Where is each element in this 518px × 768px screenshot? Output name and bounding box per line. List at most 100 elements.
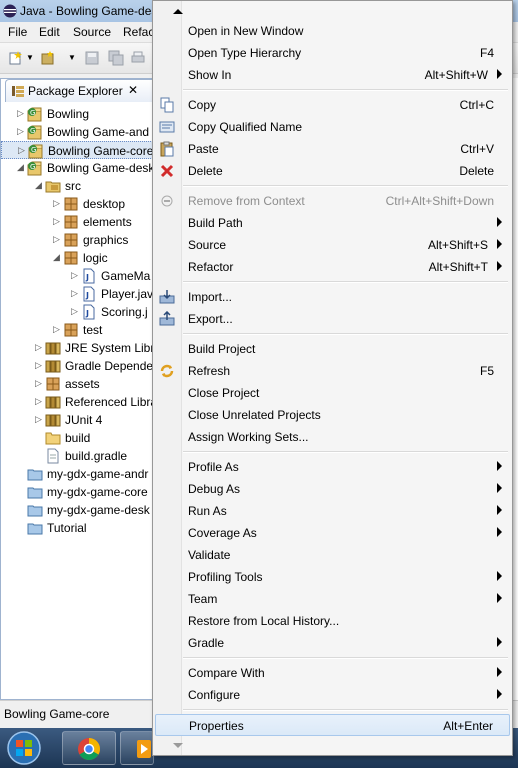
menu-item-paste[interactable]: Paste Ctrl+V: [155, 138, 510, 160]
menu-item-delete[interactable]: Delete Delete: [155, 160, 510, 182]
tree-item[interactable]: ◢ src: [1, 177, 159, 195]
tree-expand-icon[interactable]: [35, 432, 43, 442]
tree-item[interactable]: build.gradle: [1, 447, 159, 465]
menu-item-show-in[interactable]: Show In Alt+Shift+W: [155, 64, 510, 86]
tree-expand-icon[interactable]: ◢: [35, 180, 43, 190]
tree-item[interactable]: ▷ J Player.jav: [1, 285, 159, 303]
tree-item[interactable]: ▷ JUnit 4: [1, 411, 159, 429]
menu-item-restore-from-local-history[interactable]: Restore from Local History...: [155, 610, 510, 632]
save-icon[interactable]: [84, 50, 100, 66]
tree-expand-icon[interactable]: ▷: [35, 360, 43, 370]
tree-item[interactable]: ▷ Referenced Libra: [1, 393, 159, 411]
menu-item-validate[interactable]: Validate: [155, 544, 510, 566]
tree-expand-icon[interactable]: ▷: [53, 198, 61, 208]
menu-item-team[interactable]: Team: [155, 588, 510, 610]
tree-item[interactable]: ◢ G Bowling Game-desk: [1, 159, 159, 177]
menu-item-close-project[interactable]: Close Project: [155, 382, 510, 404]
tree-item[interactable]: my-gdx-game-andr: [1, 465, 159, 483]
menu-item-run-as[interactable]: Run As: [155, 500, 510, 522]
menu-item-import[interactable]: Import...: [155, 286, 510, 308]
tree-expand-icon[interactable]: [17, 468, 25, 478]
tree-item[interactable]: ▷ G Bowling: [1, 105, 159, 123]
menu-item-label: Refresh: [188, 364, 231, 378]
library-icon: [45, 394, 61, 410]
menu-item-profiling-tools[interactable]: Profiling Tools: [155, 566, 510, 588]
menu-item-open-in-new-window[interactable]: Open in New Window: [155, 20, 510, 42]
new-package-icon[interactable]: [40, 50, 56, 66]
tree-expand-icon[interactable]: ▷: [35, 378, 43, 388]
tree-expand-icon[interactable]: ▷: [35, 342, 43, 352]
menu-item-coverage-as[interactable]: Coverage As: [155, 522, 510, 544]
tree-item-label: my-gdx-game-desk: [47, 503, 150, 517]
menu-item-shortcut: F4: [479, 46, 494, 60]
menu-item-gradle[interactable]: Gradle: [155, 632, 510, 654]
tree-item[interactable]: ▷ assets: [1, 375, 159, 393]
menu-item-copy-qualified-name[interactable]: Copy Qualified Name: [155, 116, 510, 138]
tree-item[interactable]: Tutorial: [1, 519, 159, 537]
menu-item-build-path[interactable]: Build Path: [155, 212, 510, 234]
tree-expand-icon[interactable]: [17, 486, 25, 496]
menu-item-refactor[interactable]: Refactor Alt+Shift+T: [155, 256, 510, 278]
menu-file[interactable]: File: [8, 25, 27, 39]
tree-expand-icon[interactable]: ▷: [17, 126, 25, 136]
menu-item-label: Assign Working Sets...: [188, 430, 309, 444]
menu-refactor[interactable]: Refac: [123, 25, 154, 39]
print-icon[interactable]: [130, 50, 146, 66]
tree-expand-icon[interactable]: ▷: [71, 288, 79, 298]
tree-expand-icon[interactable]: ◢: [53, 252, 61, 262]
tree-expand-icon[interactable]: ▷: [71, 306, 79, 316]
menu-item-assign-working-sets[interactable]: Assign Working Sets...: [155, 426, 510, 448]
tree-item[interactable]: my-gdx-game-desk: [1, 501, 159, 519]
tree-item[interactable]: ◢ logic: [1, 249, 159, 267]
menu-item-copy[interactable]: Copy Ctrl+C: [155, 94, 510, 116]
close-icon[interactable]: ✕: [128, 83, 138, 97]
tree-item[interactable]: build: [1, 429, 159, 447]
tree-expand-icon[interactable]: ▷: [53, 216, 61, 226]
tree-item[interactable]: ▷ graphics: [1, 231, 159, 249]
tree-item[interactable]: ▷ J Scoring.j: [1, 303, 159, 321]
tree-item[interactable]: ▷ JRE System Libra: [1, 339, 161, 357]
tree-item[interactable]: ▷ G Bowling Game-and: [1, 123, 159, 141]
tree-expand-icon[interactable]: [17, 504, 25, 514]
tree-expand-icon[interactable]: ◢: [17, 162, 25, 172]
save-all-icon[interactable]: [108, 50, 124, 66]
taskbar-media-button[interactable]: [120, 731, 154, 765]
start-button-icon[interactable]: [4, 730, 44, 766]
new-package-dropdown-arrow-icon[interactable]: ▼: [68, 53, 76, 62]
tree-item[interactable]: ▷ elements: [1, 213, 159, 231]
tree-expand-icon[interactable]: ▷: [35, 414, 43, 424]
menu-item-configure[interactable]: Configure: [155, 684, 510, 706]
package-explorer-tab[interactable]: Package Explorer ✕: [5, 79, 157, 102]
menu-item-compare-with[interactable]: Compare With: [155, 662, 510, 684]
new-dropdown-arrow-icon[interactable]: ▼: [26, 53, 34, 62]
tree-item[interactable]: ▷ Gradle Depende: [1, 357, 159, 375]
menu-item-properties[interactable]: Properties Alt+Enter: [155, 714, 510, 736]
new-icon[interactable]: [8, 50, 24, 66]
menu-item-close-unrelated-projects[interactable]: Close Unrelated Projects: [155, 404, 510, 426]
tree-item[interactable]: ▷ J GameMa: [1, 267, 159, 285]
tree-expand-icon[interactable]: ▷: [53, 234, 61, 244]
menu-source[interactable]: Source: [73, 25, 111, 39]
menu-item-export[interactable]: Export...: [155, 308, 510, 330]
tree-expand-icon[interactable]: ▷: [53, 324, 61, 334]
tree-item[interactable]: ▷ test: [1, 321, 159, 339]
tree-item[interactable]: my-gdx-game-core: [1, 483, 159, 501]
menu-item-source[interactable]: Source Alt+Shift+S: [155, 234, 510, 256]
taskbar-chrome-button[interactable]: [62, 731, 116, 765]
menu-item-open-type-hierarchy[interactable]: Open Type Hierarchy F4: [155, 42, 510, 64]
menu-edit[interactable]: Edit: [39, 25, 60, 39]
tree-item[interactable]: ▷ G Bowling Game-core: [1, 141, 159, 159]
tree-item[interactable]: ▷ desktop: [1, 195, 159, 213]
tree-expand-icon[interactable]: [17, 522, 25, 532]
menu-item-refresh[interactable]: Refresh F5: [155, 360, 510, 382]
scroll-up-icon[interactable]: [173, 9, 183, 14]
tree-expand-icon[interactable]: [35, 450, 43, 460]
menu-item-build-project[interactable]: Build Project: [155, 338, 510, 360]
scroll-down-icon[interactable]: [173, 743, 183, 748]
tree-expand-icon[interactable]: ▷: [71, 270, 79, 280]
tree-expand-icon[interactable]: ▷: [18, 145, 26, 155]
tree-expand-icon[interactable]: ▷: [35, 396, 43, 406]
menu-item-profile-as[interactable]: Profile As: [155, 456, 510, 478]
tree-expand-icon[interactable]: ▷: [17, 108, 25, 118]
menu-item-debug-as[interactable]: Debug As: [155, 478, 510, 500]
